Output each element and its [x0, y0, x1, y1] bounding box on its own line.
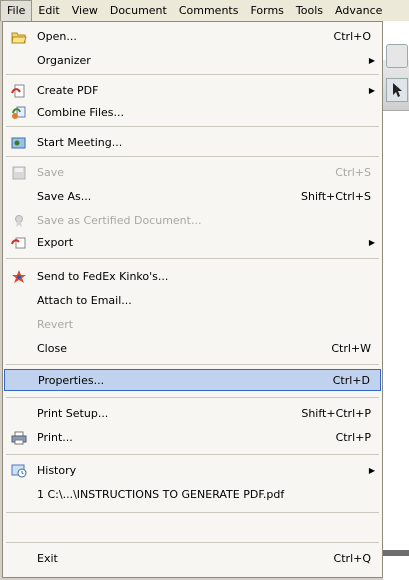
certified-ribbon-icon [11, 214, 27, 228]
menu-item-open[interactable]: Open... Ctrl+O [4, 26, 381, 48]
submenu-arrow-icon: ▶ [368, 56, 375, 65]
scroll-edge [383, 550, 409, 556]
menu-item-exit[interactable]: Exit Ctrl+Q [4, 548, 381, 570]
meeting-icon [11, 136, 27, 150]
menu-separator [6, 258, 379, 259]
menu-item-save-certified: Save as Certified Document... [4, 210, 381, 232]
file-menu-dropdown: Open... Ctrl+O Organizer ▶ Create PDF ▶ … [2, 21, 383, 578]
menu-item-attach-email[interactable]: Attach to Email... [4, 290, 381, 312]
menu-separator [6, 74, 379, 75]
menu-advanced[interactable]: Advance [329, 0, 388, 21]
printer-icon [11, 431, 27, 445]
menu-separator [6, 156, 379, 157]
menu-tools[interactable]: Tools [290, 0, 329, 21]
menu-separator [6, 397, 379, 398]
create-pdf-icon [11, 84, 27, 98]
menu-item-combine-files[interactable]: Combine Files... [4, 102, 381, 124]
menu-document[interactable]: Document [104, 0, 173, 21]
menu-item-export[interactable]: Export ▶ [4, 232, 381, 254]
menu-forms[interactable]: Forms [244, 0, 289, 21]
menu-item-organizer[interactable]: Organizer ▶ [4, 50, 381, 72]
export-icon [11, 236, 27, 250]
menu-item-save: Save Ctrl+S [4, 162, 381, 184]
menu-separator [6, 364, 379, 365]
toolbar-button-icon[interactable] [386, 44, 408, 68]
save-disk-icon [11, 166, 27, 180]
history-clock-icon [11, 464, 27, 478]
combine-files-icon [11, 106, 27, 120]
menu-separator [6, 126, 379, 127]
select-tool-icon[interactable] [386, 78, 408, 102]
menu-separator [6, 542, 379, 543]
menu-file[interactable]: File [0, 0, 33, 21]
menu-bar: File Edit View Document Comments Forms T… [0, 0, 409, 22]
menu-item-print[interactable]: Print... Ctrl+P [4, 427, 381, 449]
menu-edit[interactable]: Edit [32, 0, 65, 21]
menu-separator [6, 454, 379, 455]
submenu-arrow-icon: ▶ [368, 466, 375, 475]
menu-comments[interactable]: Comments [173, 0, 245, 21]
menu-item-properties[interactable]: Properties... Ctrl+D [4, 369, 381, 391]
fedex-star-icon [11, 270, 27, 284]
menu-item-create-pdf[interactable]: Create PDF ▶ [4, 80, 381, 102]
menu-item-revert: Revert [37, 318, 74, 331]
menu-item-recent-file[interactable]: 1 C:\...\INSTRUCTIONS TO GENERATE PDF.pd… [4, 484, 381, 506]
submenu-arrow-icon: ▶ [368, 86, 375, 95]
submenu-arrow-icon: ▶ [368, 238, 375, 247]
menu-item-close[interactable]: Close Ctrl+W [4, 338, 381, 360]
menu-item-send-fedex[interactable]: Send to FedEx Kinko's... [4, 266, 381, 288]
menu-item-save-as[interactable]: Save As... Shift+Ctrl+S [4, 186, 381, 208]
menu-item-start-meeting[interactable]: Start Meeting... [4, 132, 381, 154]
menu-view[interactable]: View [66, 0, 104, 21]
menu-item-print-setup[interactable]: Print Setup... Shift+Ctrl+P [4, 403, 381, 425]
menu-separator [6, 512, 379, 513]
folder-open-icon [11, 30, 27, 44]
menu-item-history[interactable]: History ▶ [4, 460, 381, 482]
